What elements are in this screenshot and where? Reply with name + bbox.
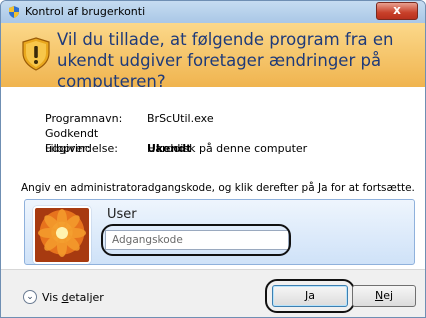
yes-button[interactable]: Ja — [272, 285, 348, 307]
banner-question: Vil du tillade, at følgende program fra … — [57, 30, 394, 91]
detail-row-file-origin: Filoprindelse: Harddisk på denne computer — [45, 141, 307, 156]
detail-row-publisher: Godkendt udgiver: Ukendt — [45, 126, 307, 155]
instruction-text: Angiv en administratoradgangskode, og kl… — [21, 182, 415, 194]
flower-picture-icon — [38, 209, 86, 257]
detail-value: Harddisk på denne computer — [147, 142, 308, 155]
detail-value: BrScUtil.exe — [147, 112, 214, 125]
user-name: User — [107, 207, 137, 222]
chevron-down-icon: ⌄ — [23, 290, 37, 304]
avatar — [33, 206, 91, 264]
credential-tile[interactable]: User — [24, 199, 415, 265]
content-area: Programnavn: BrScUtil.exe Godkendt udgive… — [1, 87, 425, 269]
uac-shield-icon — [9, 6, 19, 18]
detail-row-program-name: Programnavn: BrScUtil.exe — [45, 111, 307, 126]
warning-shield-icon — [22, 37, 50, 71]
program-details: Programnavn: BrScUtil.exe Godkendt udgive… — [45, 111, 307, 156]
password-input[interactable] — [105, 230, 289, 250]
show-details-label: Vis detaljer — [42, 290, 104, 304]
detail-label: Programnavn: — [45, 112, 123, 125]
warning-banner: Vil du tillade, at følgende program fra … — [1, 23, 425, 91]
show-details-toggle[interactable]: ⌄ Vis detaljer — [23, 290, 104, 304]
title-bar[interactable]: Kontrol af brugerkonti x — [1, 1, 425, 23]
footer: ⌄ Vis detaljer Ja Nej — [1, 270, 425, 317]
window-title: Kontrol af brugerkonti — [25, 5, 146, 18]
close-button[interactable]: x — [376, 2, 418, 20]
detail-label: Filoprindelse: — [45, 142, 118, 155]
uac-dialog: Kontrol af brugerkonti x Vil du tillade,… — [0, 0, 426, 318]
no-button[interactable]: Nej — [352, 285, 416, 307]
